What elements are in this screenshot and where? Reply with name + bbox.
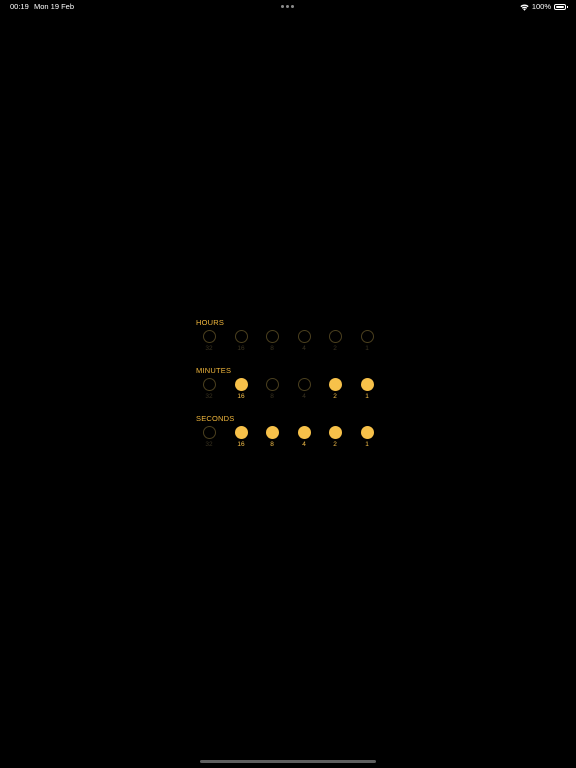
hours-bit-4: 4: [296, 330, 312, 353]
minutes-bit-4-label: 4: [302, 393, 306, 400]
status-date: Mon 19 Feb: [34, 2, 75, 11]
hours-bit-16-label: 16: [237, 345, 245, 352]
seconds-bit-4-dot: [297, 426, 311, 439]
hours-row: HOURS 32 16 8 4 2 1: [196, 318, 386, 366]
hours-bit-2: 2: [327, 330, 343, 353]
minutes-bit-8-label: 8: [270, 393, 274, 400]
status-time: 00:19: [10, 2, 29, 11]
minutes-bit-2-dot: [328, 378, 342, 391]
seconds-bit-32-dot: [202, 426, 216, 439]
seconds-bit-1: 1: [359, 426, 375, 449]
hours-bit-4-dot: [297, 330, 311, 343]
hours-bit-8-label: 8: [270, 345, 274, 352]
minutes-bit-32-label: 32: [205, 393, 213, 400]
hours-bit-32: 32: [201, 330, 217, 353]
hours-bit-4-label: 4: [302, 345, 306, 352]
minutes-bit-2: 2: [327, 378, 343, 401]
minutes-label: MINUTES: [196, 366, 232, 375]
status-right-group: 100%: [520, 0, 568, 14]
seconds-label: SECONDS: [196, 414, 235, 423]
minutes-bit-16-label: 16: [237, 393, 245, 400]
seconds-bit-8: 8: [264, 426, 280, 449]
hours-bit-16: 16: [233, 330, 249, 353]
minutes-bit-32-dot: [202, 378, 216, 391]
hours-bit-8-dot: [265, 330, 279, 343]
seconds-bit-2: 2: [327, 426, 343, 449]
minutes-bit-1: 1: [359, 378, 375, 401]
seconds-row: SECONDS 32 16 8 4 2 1: [196, 414, 386, 462]
hours-bit-32-dot: [202, 330, 216, 343]
seconds-bit-16-label: 16: [237, 441, 245, 448]
battery-icon: [554, 4, 568, 10]
hours-bit-32-label: 32: [205, 345, 213, 352]
seconds-bit-8-label: 8: [270, 441, 274, 448]
seconds-bit-2-label: 2: [333, 441, 337, 448]
minutes-bit-8-dot: [265, 378, 279, 391]
seconds-bit-8-dot: [265, 426, 279, 439]
hours-bit-2-label: 2: [333, 345, 337, 352]
seconds-bit-4-label: 4: [302, 441, 306, 448]
minutes-bit-4-dot: [297, 378, 311, 391]
binary-clock: HOURS 32 16 8 4 2 1 MINUTES 32 16 8 4 2 1 SECONDS …: [196, 318, 386, 462]
minutes-bit-2-label: 2: [333, 393, 337, 400]
home-indicator[interactable]: [200, 760, 376, 763]
seconds-bit-4: 4: [296, 426, 312, 449]
minutes-bit-1-dot: [360, 378, 374, 391]
seconds-bit-16-dot: [234, 426, 248, 439]
seconds-bit-1-dot: [360, 426, 374, 439]
hours-bit-1: 1: [359, 330, 375, 353]
minutes-row: MINUTES 32 16 8 4 2 1: [196, 366, 386, 414]
minutes-bit-8: 8: [264, 378, 280, 401]
minutes-bit-32: 32: [201, 378, 217, 401]
seconds-bit-32: 32: [201, 426, 217, 449]
seconds-bit-2-dot: [328, 426, 342, 439]
minutes-bit-4: 4: [296, 378, 312, 401]
battery-percentage: 100%: [531, 2, 551, 11]
hours-bit-1-label: 1: [365, 345, 369, 352]
hours-bit-1-dot: [360, 330, 374, 343]
minutes-bit-16-dot: [234, 378, 248, 391]
hours-bit-16-dot: [234, 330, 248, 343]
hours-bit-2-dot: [328, 330, 342, 343]
seconds-bit-16: 16: [233, 426, 249, 449]
seconds-bit-32-label: 32: [205, 441, 213, 448]
multitasking-dots-icon[interactable]: [281, 5, 294, 8]
status-bar: 00:19 Mon 19 Feb 100%: [0, 0, 576, 14]
hours-bit-8: 8: [264, 330, 280, 353]
seconds-bit-1-label: 1: [365, 441, 369, 448]
minutes-bit-16: 16: [233, 378, 249, 401]
hours-label: HOURS: [196, 318, 225, 327]
minutes-bit-1-label: 1: [365, 393, 369, 400]
wifi-icon: [520, 3, 529, 11]
